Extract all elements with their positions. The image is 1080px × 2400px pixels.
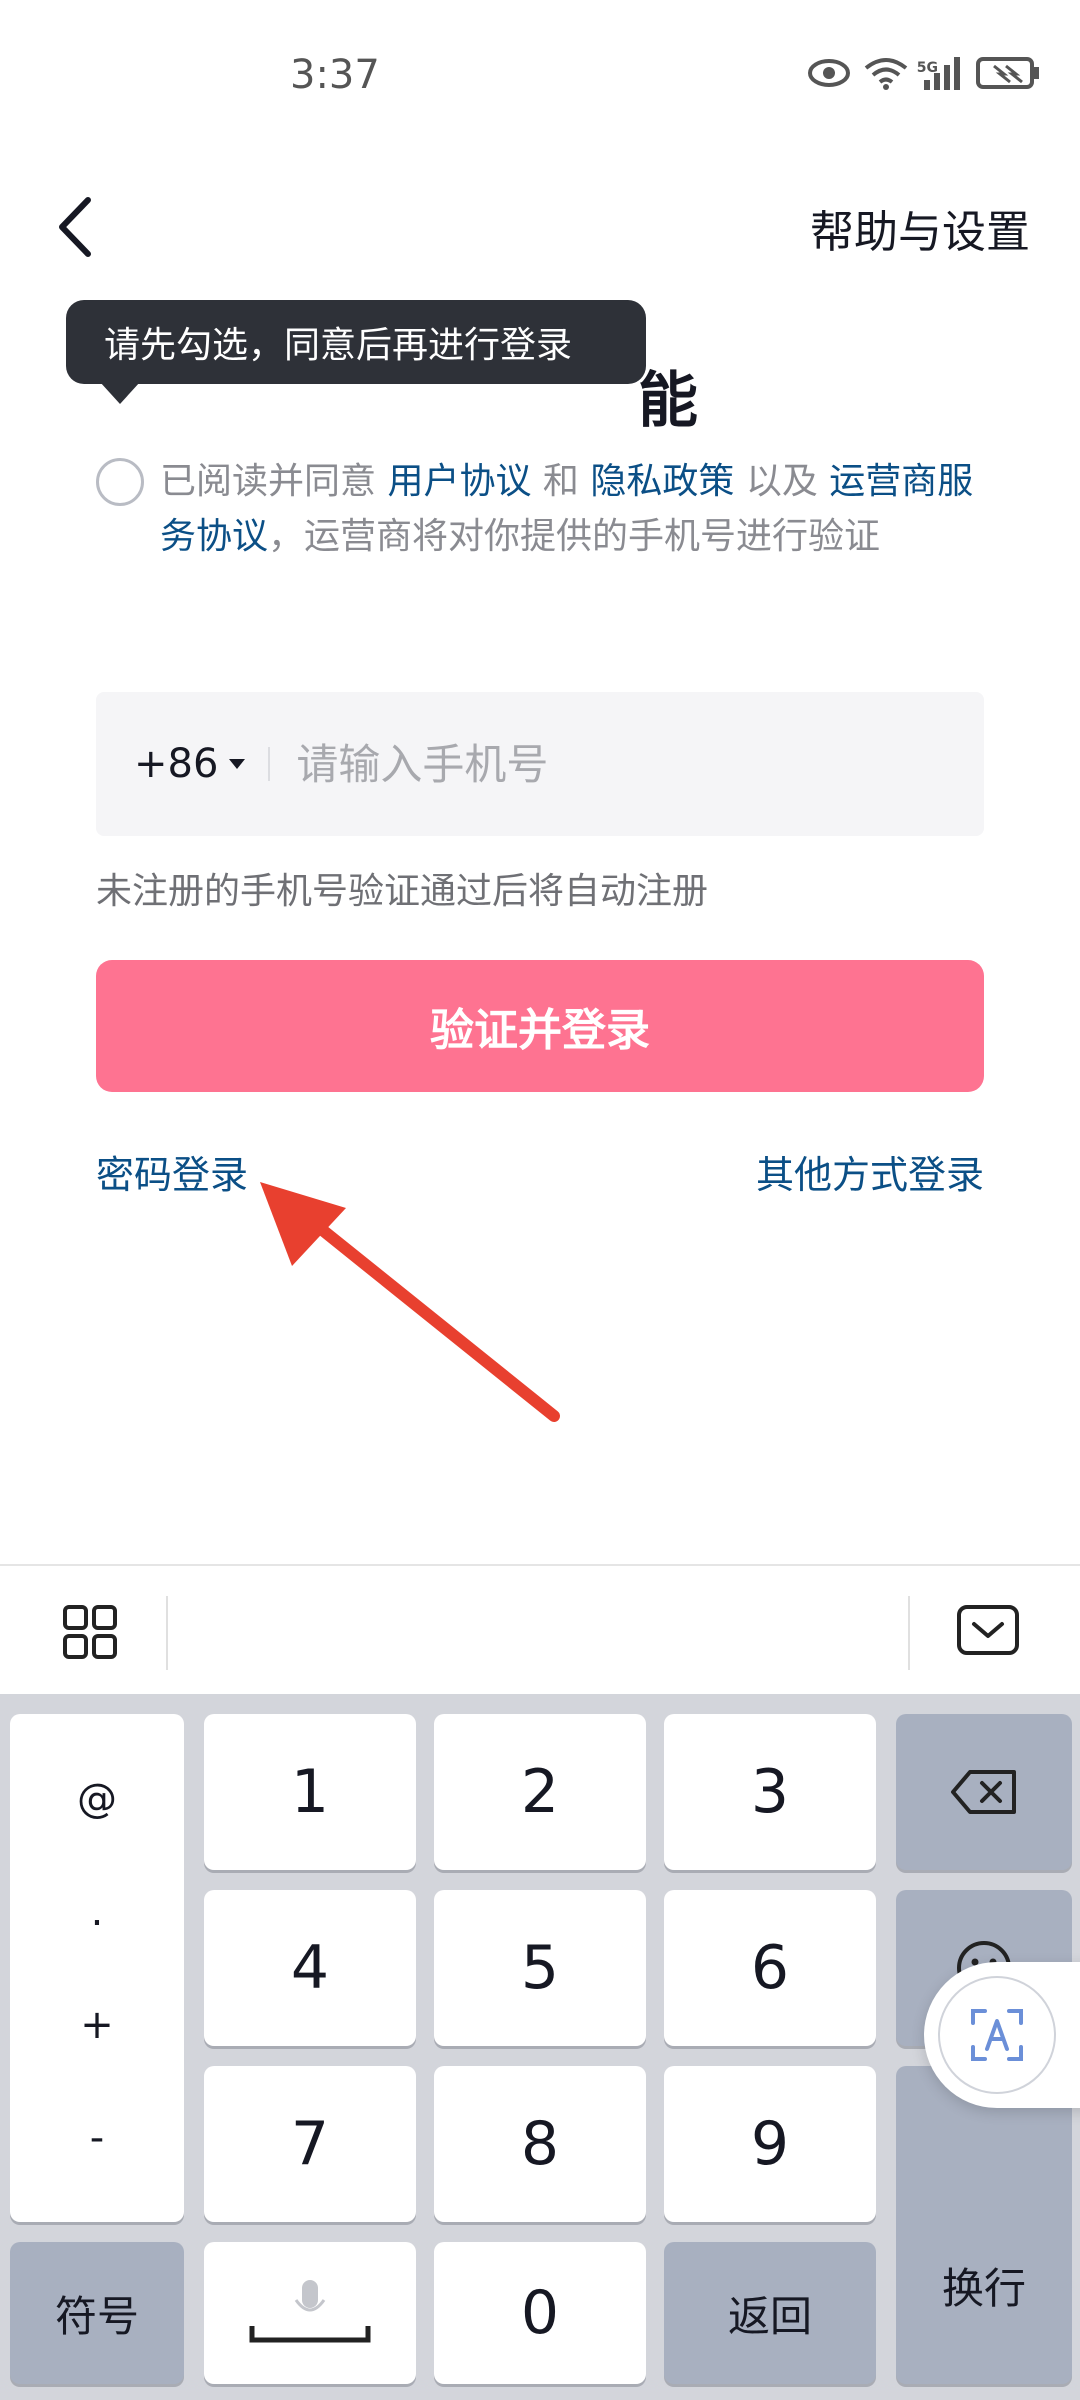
microphone-space-icon: [249, 2280, 371, 2343]
symbol-switch-key[interactable]: 符号: [10, 2242, 184, 2384]
symbol-dot: .: [90, 1888, 104, 1935]
text-scan-icon: [971, 2009, 1023, 2061]
agreement-text: 已阅读并同意 用户协议 和 隐私政策 以及 运营商服务协议，运营商将对你提供的手…: [160, 454, 980, 564]
toolbar-divider: [908, 1596, 910, 1670]
agreement-tooltip: 请先勾选，同意后再进行登录: [66, 300, 646, 384]
chevron-left-icon: [59, 197, 91, 257]
verify-login-button[interactable]: 验证并登录: [96, 960, 984, 1092]
network-label: 5G: [916, 60, 938, 76]
user-agreement-link[interactable]: 用户协议: [387, 461, 531, 502]
return-key[interactable]: 返回: [664, 2242, 876, 2384]
country-code: +86: [134, 741, 219, 787]
tooltip-arrow: [100, 382, 140, 404]
agreement-suffix: ，运营商将对你提供的手机号进行验证: [268, 516, 881, 557]
key-9[interactable]: 9: [664, 2066, 876, 2222]
agreement-and: 和: [531, 461, 591, 502]
battery-icon: [976, 57, 1039, 89]
password-login-link[interactable]: 密码登录: [96, 1144, 248, 1199]
keyboard-toolbar: [0, 1564, 1080, 1694]
privacy-policy-link[interactable]: 隐私政策: [590, 461, 734, 502]
symbol-plus: +: [80, 2001, 114, 2048]
floating-scan-button[interactable]: [924, 1962, 1080, 2108]
help-settings-link[interactable]: 帮助与设置: [810, 196, 1030, 260]
back-button[interactable]: [44, 192, 104, 262]
wifi-icon: [864, 58, 908, 90]
symbol-column-key[interactable]: @ . + -: [10, 1714, 184, 2222]
key-2[interactable]: 2: [434, 1714, 646, 1870]
agreement-and-also: 以及: [734, 461, 830, 502]
key-7[interactable]: 7: [204, 2066, 416, 2222]
enter-key[interactable]: 换行: [896, 2066, 1072, 2384]
key-3[interactable]: 3: [664, 1714, 876, 1870]
caret-down-icon: [229, 759, 246, 769]
backspace-key[interactable]: [896, 1714, 1072, 1870]
key-1[interactable]: 1: [204, 1714, 416, 1870]
annotation-arrow-icon: [260, 1182, 560, 1422]
space-key[interactable]: [204, 2242, 416, 2384]
agreement-prefix: 已阅读并同意: [160, 461, 388, 502]
country-code-selector[interactable]: +86: [134, 741, 246, 787]
symbol-minus: -: [89, 2114, 105, 2161]
key-0[interactable]: 0: [434, 2242, 646, 2384]
page-title-visible: 能: [638, 366, 698, 436]
other-login-link[interactable]: 其他方式登录: [756, 1144, 984, 1199]
key-5[interactable]: 5: [434, 1890, 646, 2046]
hide-keyboard-icon[interactable]: [956, 1604, 1020, 1656]
symbol-at: @: [77, 1775, 117, 1822]
key-4[interactable]: 4: [204, 1890, 416, 2046]
auto-register-hint: 未注册的手机号验证通过后将自动注册: [96, 871, 709, 912]
phone-input-box: +86: [96, 692, 984, 836]
grid-menu-icon[interactable]: [62, 1604, 118, 1660]
backspace-icon: [951, 1770, 1016, 1814]
country-code-divider: [268, 747, 271, 781]
floating-scan-inner: [938, 1976, 1056, 2094]
eye-icon: [808, 59, 850, 87]
numeric-keyboard: @ . + - 1 2 3 4 5 6 7 8 9 换行 符号 0 返回: [0, 1694, 1080, 2400]
tooltip-text: 请先勾选，同意后再进行登录: [104, 325, 573, 366]
toolbar-divider: [166, 1596, 168, 1670]
phone-number-input[interactable]: [296, 739, 897, 789]
key-8[interactable]: 8: [434, 2066, 646, 2222]
status-time: 3:37: [290, 52, 380, 98]
agreement-checkbox[interactable]: [96, 458, 144, 506]
key-6[interactable]: 6: [664, 1890, 876, 2046]
